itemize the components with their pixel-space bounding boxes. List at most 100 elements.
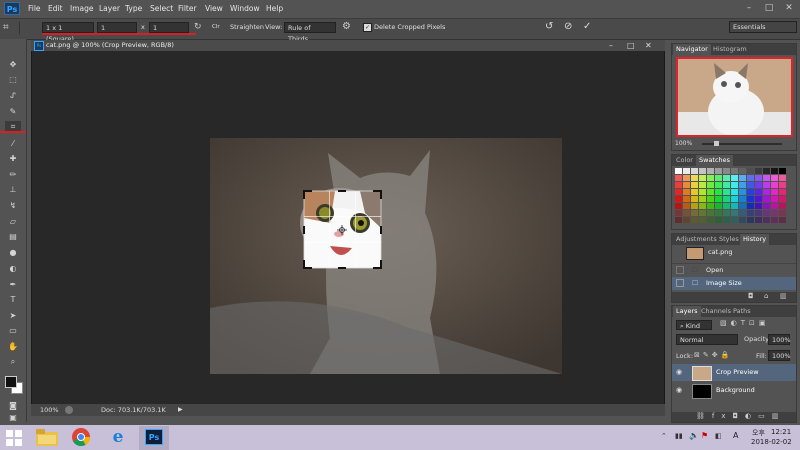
snapshot-thumbnail[interactable] [686, 247, 704, 260]
tab-styles[interactable]: Styles [716, 234, 742, 245]
swatch[interactable] [739, 168, 746, 174]
swatch[interactable] [771, 189, 778, 195]
screen-mode-icon[interactable]: ▣ [5, 413, 21, 423]
eye-icon[interactable]: ◉ [676, 386, 682, 394]
menu-filter[interactable]: Filter [178, 3, 197, 15]
swatch[interactable] [739, 189, 746, 195]
swatch[interactable] [691, 196, 698, 202]
swatch[interactable] [731, 217, 738, 223]
status-menu-arrow-icon[interactable]: ▶ [178, 404, 183, 416]
swatch[interactable] [683, 217, 690, 223]
zoom-tool-icon[interactable]: ⌕ [5, 356, 21, 368]
swatch[interactable] [675, 189, 682, 195]
new-snapshot-icon[interactable]: ◘ [748, 292, 754, 300]
windows-start-icon[interactable] [6, 430, 22, 446]
swatch[interactable] [739, 210, 746, 216]
minimize-icon[interactable]: – [740, 2, 758, 14]
swatch[interactable] [763, 175, 770, 181]
swatch[interactable] [723, 210, 730, 216]
swatch[interactable] [747, 217, 754, 223]
swatch[interactable] [707, 203, 714, 209]
type-tool-icon[interactable]: T [5, 294, 21, 306]
trash-icon[interactable]: ▥ [780, 292, 787, 300]
swatch[interactable] [699, 189, 706, 195]
layer-filter-select[interactable]: ⌕ Kind [676, 320, 712, 330]
chrome-icon[interactable] [72, 428, 90, 446]
swatch[interactable] [699, 175, 706, 181]
swatch[interactable] [691, 210, 698, 216]
tray-up-icon[interactable]: ⌃ [661, 432, 667, 440]
status-info-icon[interactable] [65, 406, 73, 414]
zoom-level[interactable]: 100% [40, 404, 59, 416]
height-field[interactable]: 1 [149, 22, 189, 33]
swatch[interactable] [755, 217, 762, 223]
fill-field[interactable]: 100% [768, 350, 791, 361]
doc-close-icon[interactable]: ✕ [645, 40, 652, 51]
path-select-tool-icon[interactable]: ➤ [5, 310, 21, 322]
swatch-grid[interactable] [675, 168, 791, 228]
straighten-button[interactable]: Straighten [230, 21, 264, 33]
doc-minimize-icon[interactable]: – [609, 40, 613, 51]
network-icon[interactable]: ▮▮ [675, 432, 683, 440]
swatch[interactable] [731, 203, 738, 209]
swatch[interactable] [691, 189, 698, 195]
swatch[interactable] [707, 175, 714, 181]
tab-swatches[interactable]: Swatches [696, 155, 734, 166]
swatch[interactable] [699, 182, 706, 188]
healing-tool-icon[interactable]: ✚ [5, 153, 21, 165]
gear-icon[interactable]: ⚙ [342, 21, 354, 33]
swatch[interactable] [747, 189, 754, 195]
swatch[interactable] [739, 217, 746, 223]
swatch[interactable] [723, 217, 730, 223]
tab-history[interactable]: History [740, 234, 770, 245]
swatch[interactable] [779, 175, 786, 181]
swatch[interactable] [691, 182, 698, 188]
swatch[interactable] [731, 196, 738, 202]
swatch[interactable] [683, 168, 690, 174]
swatch[interactable] [755, 196, 762, 202]
swatch[interactable] [763, 196, 770, 202]
menu-edit[interactable]: Edit [48, 3, 63, 15]
workspace-select[interactable]: Essentials [729, 21, 797, 33]
cancel-icon[interactable]: ⊘ [564, 20, 576, 34]
clear-button[interactable]: Clr [212, 21, 220, 33]
file-explorer-icon[interactable] [36, 429, 58, 446]
tab-navigator[interactable]: Navigator [673, 44, 711, 55]
tab-adjustments[interactable]: Adjustments [673, 234, 720, 245]
swatch[interactable] [715, 189, 722, 195]
opacity-field[interactable]: 100% [768, 334, 791, 345]
swatch[interactable] [731, 168, 738, 174]
swatch[interactable] [739, 182, 746, 188]
swatch[interactable] [699, 210, 706, 216]
delete-cropped-checkbox[interactable]: ✓ [363, 23, 372, 32]
layer-name[interactable]: Background [716, 386, 755, 394]
swatch[interactable] [715, 203, 722, 209]
commit-check-icon[interactable]: ✓ [583, 20, 595, 34]
swatch[interactable] [675, 217, 682, 223]
swatch[interactable] [691, 217, 698, 223]
dodge-tool-icon[interactable]: ◐ [5, 263, 21, 275]
tab-layers[interactable]: Layers [673, 306, 701, 317]
quick-mask-icon[interactable]: ◙ [5, 400, 21, 412]
marquee-tool-icon[interactable]: ⬚ [5, 74, 21, 86]
swatch[interactable] [699, 168, 706, 174]
swatch[interactable] [771, 182, 778, 188]
snapshot-label[interactable]: cat.png [708, 248, 733, 256]
swatch[interactable] [723, 182, 730, 188]
swatch[interactable] [763, 210, 770, 216]
swatch[interactable] [707, 168, 714, 174]
swatch[interactable] [683, 210, 690, 216]
swatch[interactable] [755, 168, 762, 174]
document-tab[interactable]: Ps cat.png @ 100% (Crop Preview, RGB/8) … [31, 40, 665, 51]
swatch[interactable] [763, 168, 770, 174]
swatch[interactable] [691, 203, 698, 209]
swatch[interactable] [771, 217, 778, 223]
history-item-open[interactable]: ☐ Open [672, 263, 796, 277]
crop-tool-preset-icon[interactable]: ⌗ [3, 21, 17, 34]
menu-help[interactable]: Help [266, 3, 283, 15]
swatch[interactable] [675, 182, 682, 188]
swatch[interactable] [691, 168, 698, 174]
quick-select-tool-icon[interactable]: ✎ [5, 106, 21, 118]
swatch[interactable] [707, 210, 714, 216]
ratio-select[interactable]: 1 x 1 (Square) [42, 22, 94, 43]
